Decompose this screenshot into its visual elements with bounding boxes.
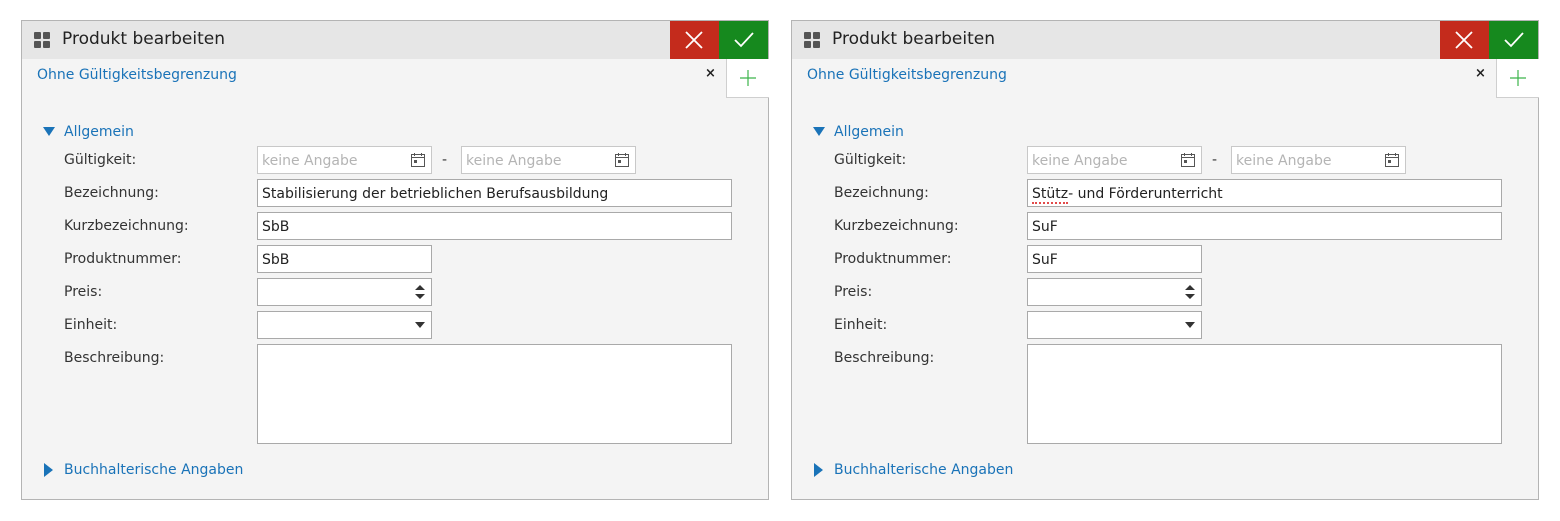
price-input[interactable]	[257, 278, 432, 306]
validity-label: Gültigkeit:	[834, 152, 907, 168]
product-number-input[interactable]: SbB	[257, 245, 432, 273]
product-number-value: SuF	[1032, 252, 1058, 268]
calendar-icon[interactable]	[1385, 153, 1399, 167]
name-label: Bezeichnung:	[834, 185, 929, 201]
section-accounting-label: Buchhalterische Angaben	[64, 462, 244, 478]
short-name-input[interactable]: SuF	[1027, 212, 1502, 240]
tab-label: Ohne Gültigkeitsbegrenzung	[37, 67, 237, 83]
unit-label: Einheit:	[834, 317, 888, 333]
calendar-icon[interactable]	[411, 153, 425, 167]
triangle-right-icon	[814, 463, 823, 477]
short-name-label: Kurzbezeichnung:	[64, 218, 189, 234]
price-label: Preis:	[834, 284, 873, 300]
triangle-right-icon	[44, 463, 53, 477]
calendar-icon[interactable]	[615, 153, 629, 167]
name-label: Bezeichnung:	[64, 185, 159, 201]
spinner-icon[interactable]	[415, 283, 425, 301]
apps-grid-icon	[34, 32, 50, 48]
unit-select[interactable]	[1027, 311, 1202, 339]
checkmark-icon	[1504, 32, 1524, 48]
close-icon	[685, 31, 703, 49]
tab-strip: Ohne Gültigkeitsbegrenzung ×	[792, 59, 1539, 99]
section-general-label: Allgemein	[64, 124, 134, 140]
validity-from-input[interactable]: keine Angabe	[1027, 146, 1202, 174]
description-label: Beschreibung:	[64, 350, 165, 366]
plus-icon	[1510, 70, 1526, 86]
name-input[interactable]: Stabilisierung der betrieblichen Berufsa…	[257, 179, 732, 207]
tab-label: Ohne Gültigkeitsbegrenzung	[807, 67, 1007, 83]
spellcheck-flagged-word: Stütz	[1032, 186, 1069, 204]
plus-icon	[740, 70, 756, 86]
validity-to-input[interactable]: keine Angabe	[1231, 146, 1406, 174]
short-name-value: SbB	[262, 219, 290, 235]
dialog-title: Produkt bearbeiten	[62, 29, 225, 49]
dialog-titlebar: Produkt bearbeiten	[792, 21, 1538, 59]
chevron-down-icon	[1185, 322, 1195, 328]
validity-separator: -	[1212, 152, 1218, 168]
close-icon	[1455, 31, 1473, 49]
product-edit-dialog-right: Produkt bearbeiten Ohne Gültigkeitsbegre…	[791, 20, 1539, 500]
validity-to-input[interactable]: keine Angabe	[461, 146, 636, 174]
triangle-down-icon	[43, 127, 55, 136]
product-number-input[interactable]: SuF	[1027, 245, 1202, 273]
calendar-icon[interactable]	[1181, 153, 1195, 167]
section-accounting-label: Buchhalterische Angaben	[834, 462, 1014, 478]
unit-label: Einheit:	[64, 317, 118, 333]
short-name-input[interactable]: SbB	[257, 212, 732, 240]
validity-label: Gültigkeit:	[64, 152, 137, 168]
description-textarea[interactable]	[257, 344, 732, 444]
tab-validity[interactable]: Ohne Gültigkeitsbegrenzung ×	[792, 59, 1496, 98]
add-tab-button[interactable]	[1496, 59, 1539, 98]
add-tab-button[interactable]	[726, 59, 769, 98]
product-number-label: Produktnummer:	[64, 251, 182, 267]
short-name-label: Kurzbezeichnung:	[834, 218, 959, 234]
section-general-label: Allgemein	[834, 124, 904, 140]
validity-from-input[interactable]: keine Angabe	[257, 146, 432, 174]
dialog-titlebar: Produkt bearbeiten	[22, 21, 768, 59]
triangle-down-icon	[813, 127, 825, 136]
validity-from-placeholder: keine Angabe	[1032, 153, 1128, 169]
price-label: Preis:	[64, 284, 103, 300]
spinner-icon[interactable]	[1185, 283, 1195, 301]
dialog-title: Produkt bearbeiten	[832, 29, 995, 49]
unit-select[interactable]	[257, 311, 432, 339]
short-name-value: SuF	[1032, 219, 1058, 235]
confirm-button[interactable]	[719, 21, 768, 59]
product-number-value: SbB	[262, 252, 290, 268]
validity-to-placeholder: keine Angabe	[466, 153, 562, 169]
apps-grid-icon	[804, 32, 820, 48]
checkmark-icon	[734, 32, 754, 48]
tab-strip: Ohne Gültigkeitsbegrenzung ×	[22, 59, 769, 99]
product-edit-dialog-left: Produkt bearbeiten Ohne Gültigkeitsbegre…	[21, 20, 769, 500]
description-textarea[interactable]	[1027, 344, 1502, 444]
tab-close-icon[interactable]: ×	[1475, 66, 1486, 81]
validity-to-placeholder: keine Angabe	[1236, 153, 1332, 169]
validity-from-placeholder: keine Angabe	[262, 153, 358, 169]
description-label: Beschreibung:	[834, 350, 935, 366]
cancel-button[interactable]	[670, 21, 719, 59]
name-value: Stabilisierung der betrieblichen Berufsa…	[262, 186, 609, 202]
name-value-rest: - und Förderunterricht	[1068, 186, 1223, 202]
price-input[interactable]	[1027, 278, 1202, 306]
cancel-button[interactable]	[1440, 21, 1489, 59]
tab-close-icon[interactable]: ×	[705, 66, 716, 81]
validity-separator: -	[442, 152, 448, 168]
tab-validity[interactable]: Ohne Gültigkeitsbegrenzung ×	[22, 59, 726, 98]
confirm-button[interactable]	[1489, 21, 1538, 59]
name-input[interactable]: Stütz- und Förderunterricht	[1027, 179, 1502, 207]
product-number-label: Produktnummer:	[834, 251, 952, 267]
chevron-down-icon	[415, 322, 425, 328]
